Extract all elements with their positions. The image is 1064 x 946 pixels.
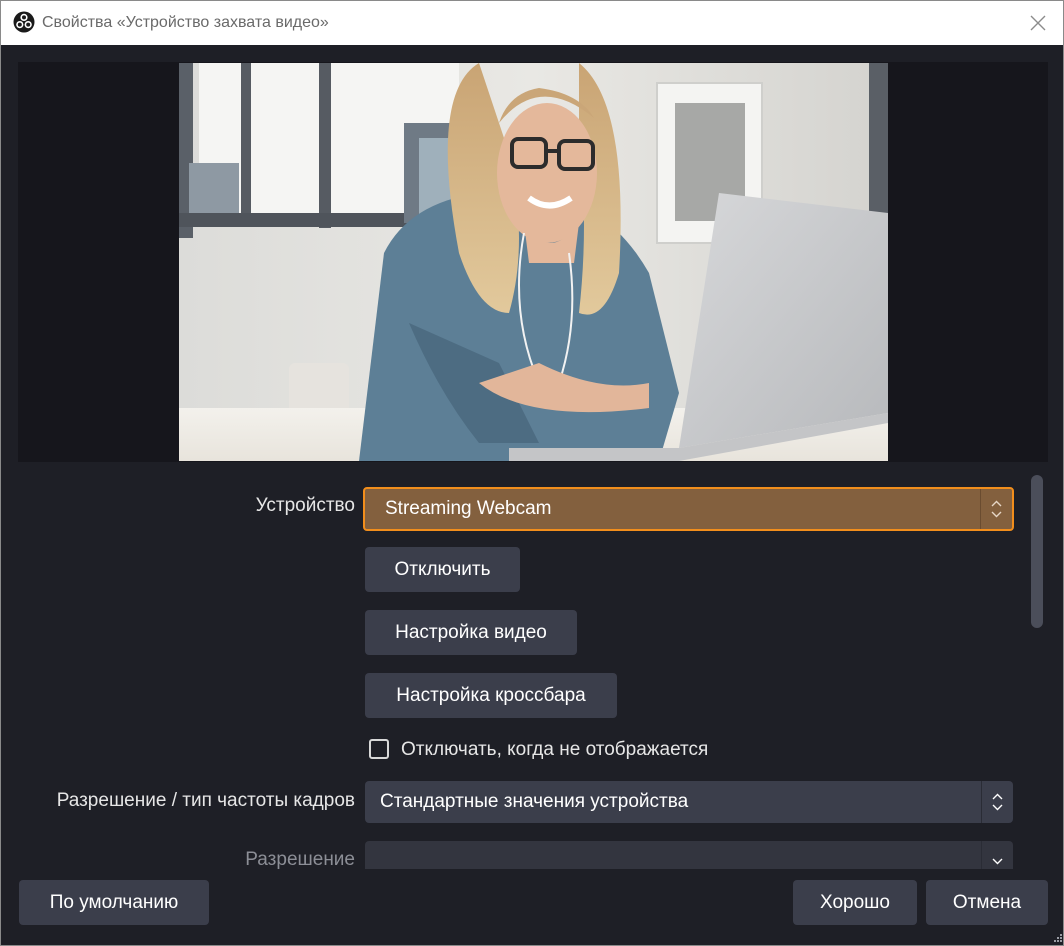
window-title: Свойства «Устройство захвата видео» — [42, 14, 329, 31]
title-bar: Свойства «Устройство захвата видео» — [1, 1, 1063, 45]
size-grip-icon[interactable] — [1051, 933, 1063, 945]
chevron-down-icon — [992, 858, 1003, 865]
close-button[interactable] — [1021, 7, 1055, 39]
properties-dialog: Свойства «Устройство захвата видео» Устр… — [0, 0, 1064, 946]
configure-video-button[interactable]: Настройка видео — [365, 610, 577, 655]
ok-button[interactable]: Хорошо — [793, 880, 917, 925]
deactivate-button[interactable]: Отключить — [365, 547, 520, 592]
properties-scrollbar[interactable] — [1031, 475, 1043, 628]
chevron-up-down-icon — [992, 793, 1003, 811]
device-combo[interactable]: Streaming Webcam — [363, 487, 1014, 531]
clipped-row: Разрешение — [1, 837, 1063, 869]
deactivate-when-hidden-label[interactable]: Отключать, когда не отображается — [401, 739, 708, 761]
device-label: Устройство — [255, 495, 355, 516]
close-icon — [1030, 15, 1046, 31]
configure-crossbar-button[interactable]: Настройка кроссбара — [365, 673, 617, 718]
webcam-preview-image — [179, 63, 888, 461]
resolution-type-value: Стандартные значения устройства — [380, 791, 689, 812]
defaults-button[interactable]: По умолчанию — [19, 880, 209, 925]
deactivate-when-hidden-checkbox[interactable] — [369, 739, 389, 759]
resolution-label: Разрешение — [245, 849, 355, 869]
cancel-button[interactable]: Отмена — [926, 880, 1048, 925]
resolution-combo-arrows[interactable] — [981, 841, 1013, 869]
chevron-up-down-icon — [991, 500, 1002, 518]
resolution-type-combo-arrows[interactable] — [981, 781, 1013, 823]
resolution-type-label: Разрешение / тип частоты кадров — [56, 790, 355, 811]
resolution-combo[interactable] — [365, 841, 1013, 869]
obs-logo-icon — [13, 11, 35, 33]
resolution-type-combo[interactable]: Стандартные значения устройства — [365, 781, 1013, 823]
device-combo-value: Streaming Webcam — [385, 498, 552, 519]
device-combo-arrows[interactable] — [980, 489, 1012, 529]
